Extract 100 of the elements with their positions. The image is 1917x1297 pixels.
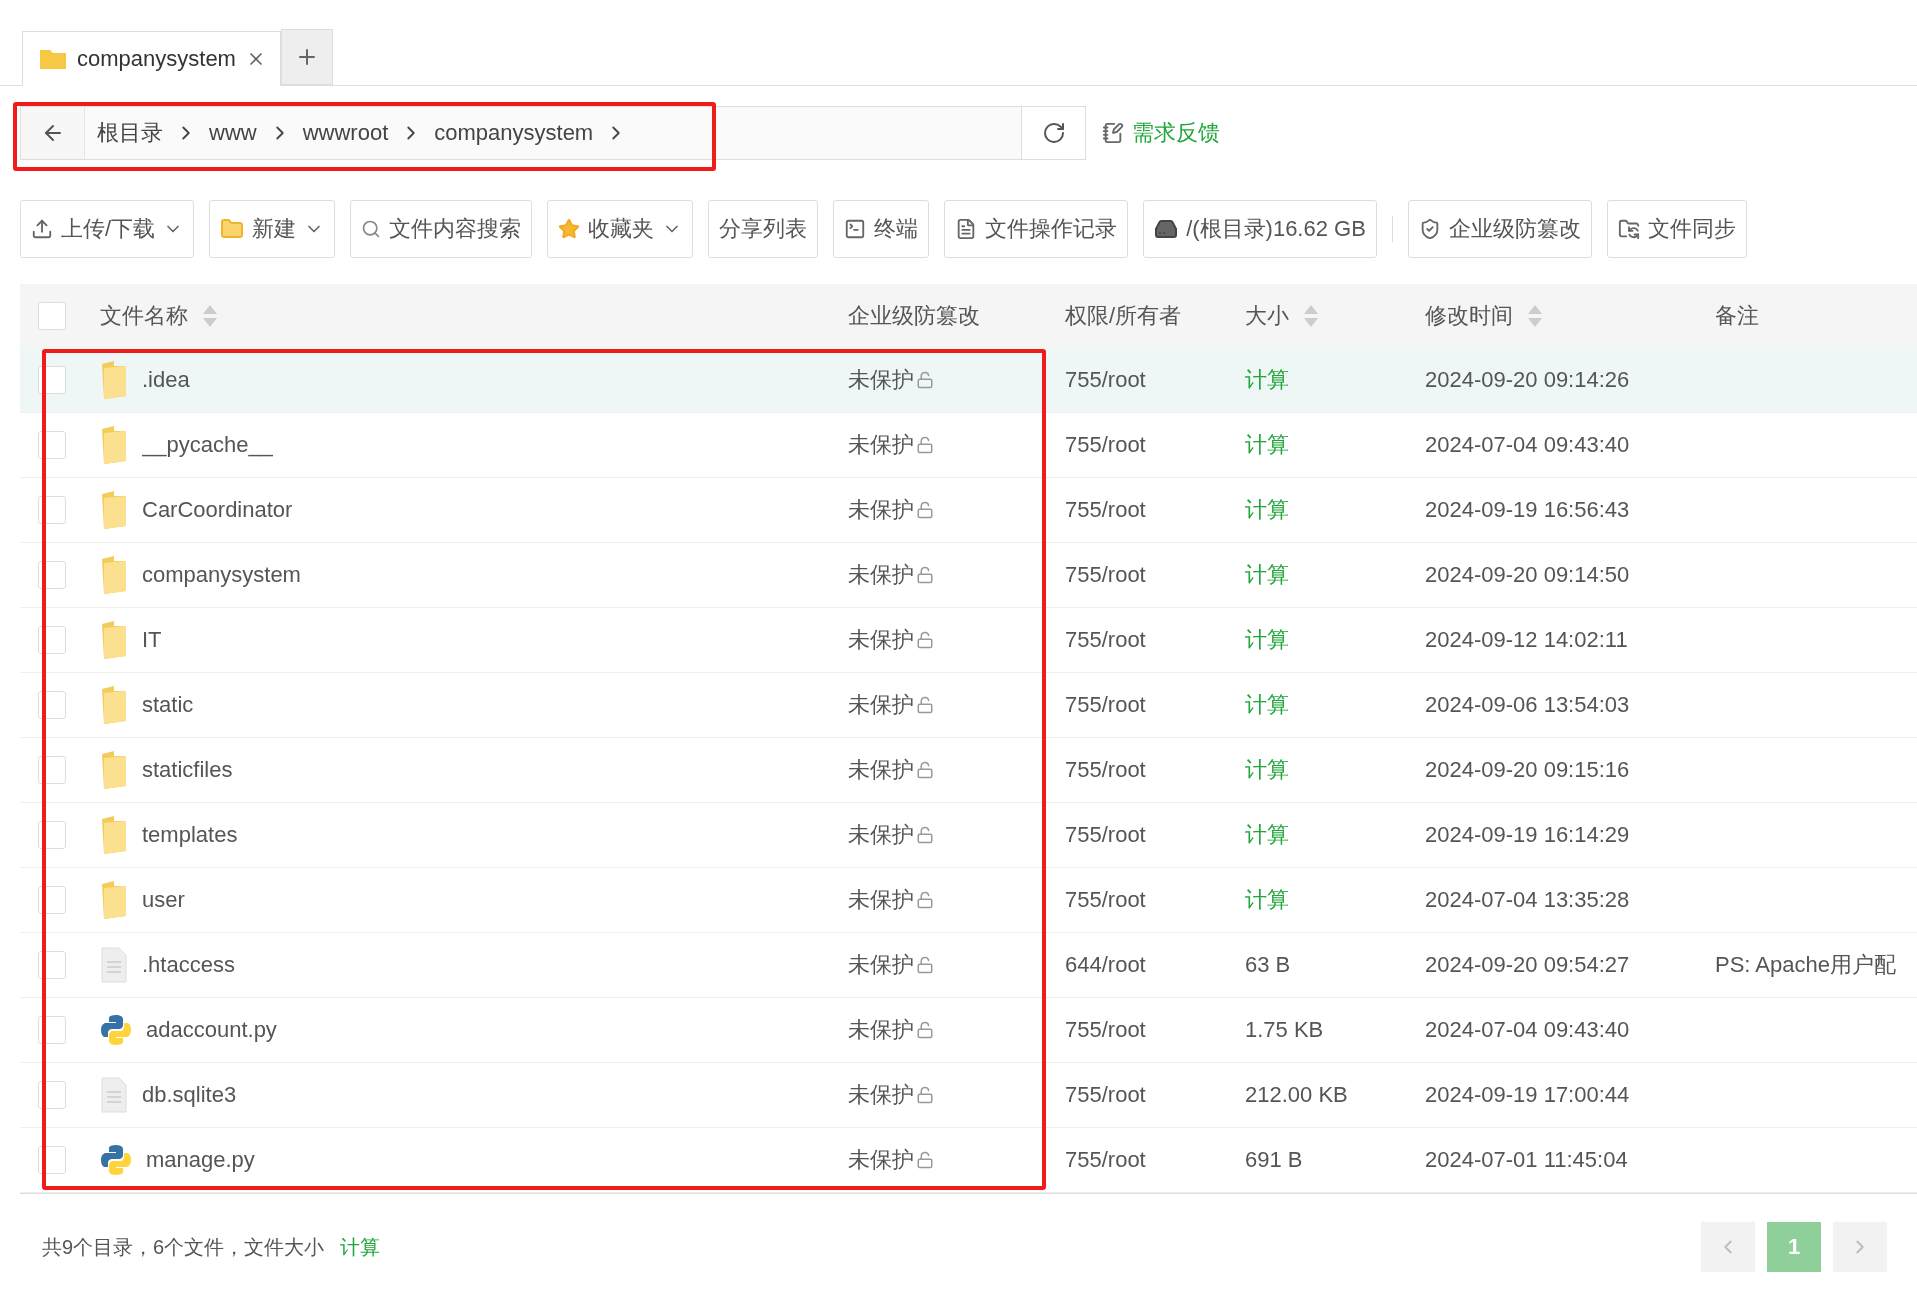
protection-status: 未保护 xyxy=(848,626,914,654)
file-name[interactable]: manage.py xyxy=(146,1147,255,1173)
modified-time: 2024-09-20 09:15:16 xyxy=(1425,757,1631,783)
new-tab-button[interactable] xyxy=(280,29,333,85)
protection-status: 未保护 xyxy=(848,691,914,719)
folder-icon xyxy=(100,490,128,530)
size-cell-text: 1.75 KB xyxy=(1245,1017,1325,1043)
file-name[interactable]: user xyxy=(142,887,185,913)
terminal-icon xyxy=(844,218,867,240)
unlock-icon[interactable] xyxy=(916,436,934,454)
unlock-icon[interactable] xyxy=(916,1021,934,1039)
file-icon xyxy=(100,947,128,983)
unlock-icon[interactable] xyxy=(916,761,934,779)
breadcrumb-item[interactable]: wwwroot xyxy=(290,120,401,146)
modified-time: 2024-09-12 14:02:11 xyxy=(1425,627,1629,653)
permission-cell[interactable]: 755/root xyxy=(1065,497,1245,523)
permission-cell[interactable]: 755/root xyxy=(1065,1147,1245,1173)
folder-icon xyxy=(39,48,67,70)
file-name[interactable]: CarCoordinator xyxy=(142,497,293,523)
permission-cell[interactable]: 755/root xyxy=(1065,887,1245,913)
toolbar-button[interactable]: 收藏夹 xyxy=(547,200,694,258)
permission-cell[interactable]: 644/root xyxy=(1065,952,1245,978)
modified-time: 2024-07-04 13:35:28 xyxy=(1425,887,1631,913)
file-name[interactable]: adaccount.py xyxy=(146,1017,277,1043)
permission-cell[interactable]: 755/root xyxy=(1065,757,1245,783)
unlock-icon[interactable] xyxy=(916,956,934,974)
folder-tab[interactable]: companysystem xyxy=(22,31,281,86)
file-row[interactable]: .idea 未保护 755/root 计算 2024-09-20 09:14:26 xyxy=(20,348,1917,413)
breadcrumb-item[interactable]: www xyxy=(197,120,269,146)
modified-time: 2024-09-20 09:14:26 xyxy=(1425,367,1631,393)
unlock-icon[interactable] xyxy=(916,501,934,519)
toolbar-button[interactable]: /(根目录)16.62 GB xyxy=(1143,200,1377,258)
folder-sync-icon xyxy=(1617,218,1640,240)
unlock-icon[interactable] xyxy=(916,696,934,714)
column-header[interactable]: 大小 xyxy=(1245,301,1289,331)
file-name[interactable]: db.sqlite3 xyxy=(142,1082,237,1108)
protection-status: 未保护 xyxy=(848,951,914,979)
folder-icon xyxy=(100,685,128,725)
modified-time: 2024-09-06 13:54:03 xyxy=(1425,692,1631,718)
search-icon xyxy=(361,219,382,239)
modified-time: 2024-07-04 09:43:40 xyxy=(1425,432,1631,458)
sort-icon[interactable] xyxy=(202,303,218,329)
toolbar-button[interactable]: 文件操作记录 xyxy=(944,200,1129,258)
folder-plus-icon xyxy=(220,217,245,241)
permission-cell[interactable]: 755/root xyxy=(1065,627,1245,653)
note-cell[interactable]: PS: Apache用户配 xyxy=(1715,950,1917,980)
file-name[interactable]: .idea xyxy=(142,367,190,393)
sort-icon[interactable] xyxy=(1303,303,1319,329)
permission-cell[interactable]: 755/root xyxy=(1065,1082,1245,1108)
size-cell-text: 691 B xyxy=(1245,1147,1304,1173)
unlock-icon[interactable] xyxy=(916,1086,934,1104)
file-name[interactable]: static xyxy=(142,692,194,718)
select-all-checkbox[interactable] xyxy=(38,302,66,330)
unlock-icon[interactable] xyxy=(916,1151,934,1169)
folder-icon xyxy=(100,880,128,920)
modified-time: 2024-09-19 16:56:43 xyxy=(1425,497,1631,523)
toolbar-button[interactable]: 终端 xyxy=(833,200,930,258)
breadcrumb-item[interactable]: 根目录 xyxy=(85,118,175,148)
permission-cell[interactable]: 755/root xyxy=(1065,822,1245,848)
file-name[interactable]: templates xyxy=(142,822,238,848)
notepad-icon xyxy=(1102,122,1124,144)
file-name[interactable]: .htaccess xyxy=(142,952,235,978)
toolbar-button[interactable]: 新建 xyxy=(209,200,336,258)
unlock-icon[interactable] xyxy=(916,891,934,909)
protection-status: 未保护 xyxy=(848,1081,914,1109)
file-name[interactable]: IT xyxy=(142,627,162,653)
file-name[interactable]: staticfiles xyxy=(142,757,233,783)
toolbar-button[interactable]: 分享列表 xyxy=(708,200,819,258)
folder-icon xyxy=(100,620,128,660)
file-name[interactable]: companysystem xyxy=(142,562,301,588)
python-icon xyxy=(100,1144,132,1176)
column-header: 企业级防篡改 xyxy=(848,302,980,330)
file-name[interactable]: __pycache__ xyxy=(142,432,273,458)
column-header: 备注 xyxy=(1715,302,1759,330)
modified-time: 2024-09-20 09:14:50 xyxy=(1425,562,1631,588)
sort-icon[interactable] xyxy=(1527,303,1543,329)
back-button[interactable] xyxy=(21,107,85,159)
toolbar-button[interactable]: 企业级防篡改 xyxy=(1407,200,1592,258)
unlock-icon[interactable] xyxy=(916,371,934,389)
unlock-icon[interactable] xyxy=(916,826,934,844)
column-header[interactable]: 修改时间 xyxy=(1425,301,1513,331)
toolbar-button[interactable]: 上传/下载 xyxy=(20,200,195,258)
permission-cell[interactable]: 755/root xyxy=(1065,432,1245,458)
protection-status: 未保护 xyxy=(848,366,914,394)
toolbar-button[interactable]: 文件内容搜索 xyxy=(350,200,533,258)
unlock-icon[interactable] xyxy=(916,631,934,649)
unlock-icon[interactable] xyxy=(916,566,934,584)
permission-cell[interactable]: 755/root xyxy=(1065,692,1245,718)
column-header[interactable]: 文件名称 xyxy=(100,301,188,331)
permission-cell[interactable]: 755/root xyxy=(1065,367,1245,393)
modified-time: 2024-09-19 17:00:44 xyxy=(1425,1082,1631,1108)
toolbar-button[interactable]: 文件同步 xyxy=(1606,200,1747,258)
permission-cell[interactable]: 755/root xyxy=(1065,1017,1245,1043)
star-icon xyxy=(558,218,581,240)
breadcrumb-item[interactable]: companysystem xyxy=(422,120,606,146)
size-cell-text: 212.00 KB xyxy=(1245,1082,1349,1108)
modified-time: 2024-09-19 16:14:29 xyxy=(1425,822,1631,848)
column-header: 权限/所有者 xyxy=(1065,302,1182,330)
file-icon xyxy=(100,1077,128,1113)
permission-cell[interactable]: 755/root xyxy=(1065,562,1245,588)
